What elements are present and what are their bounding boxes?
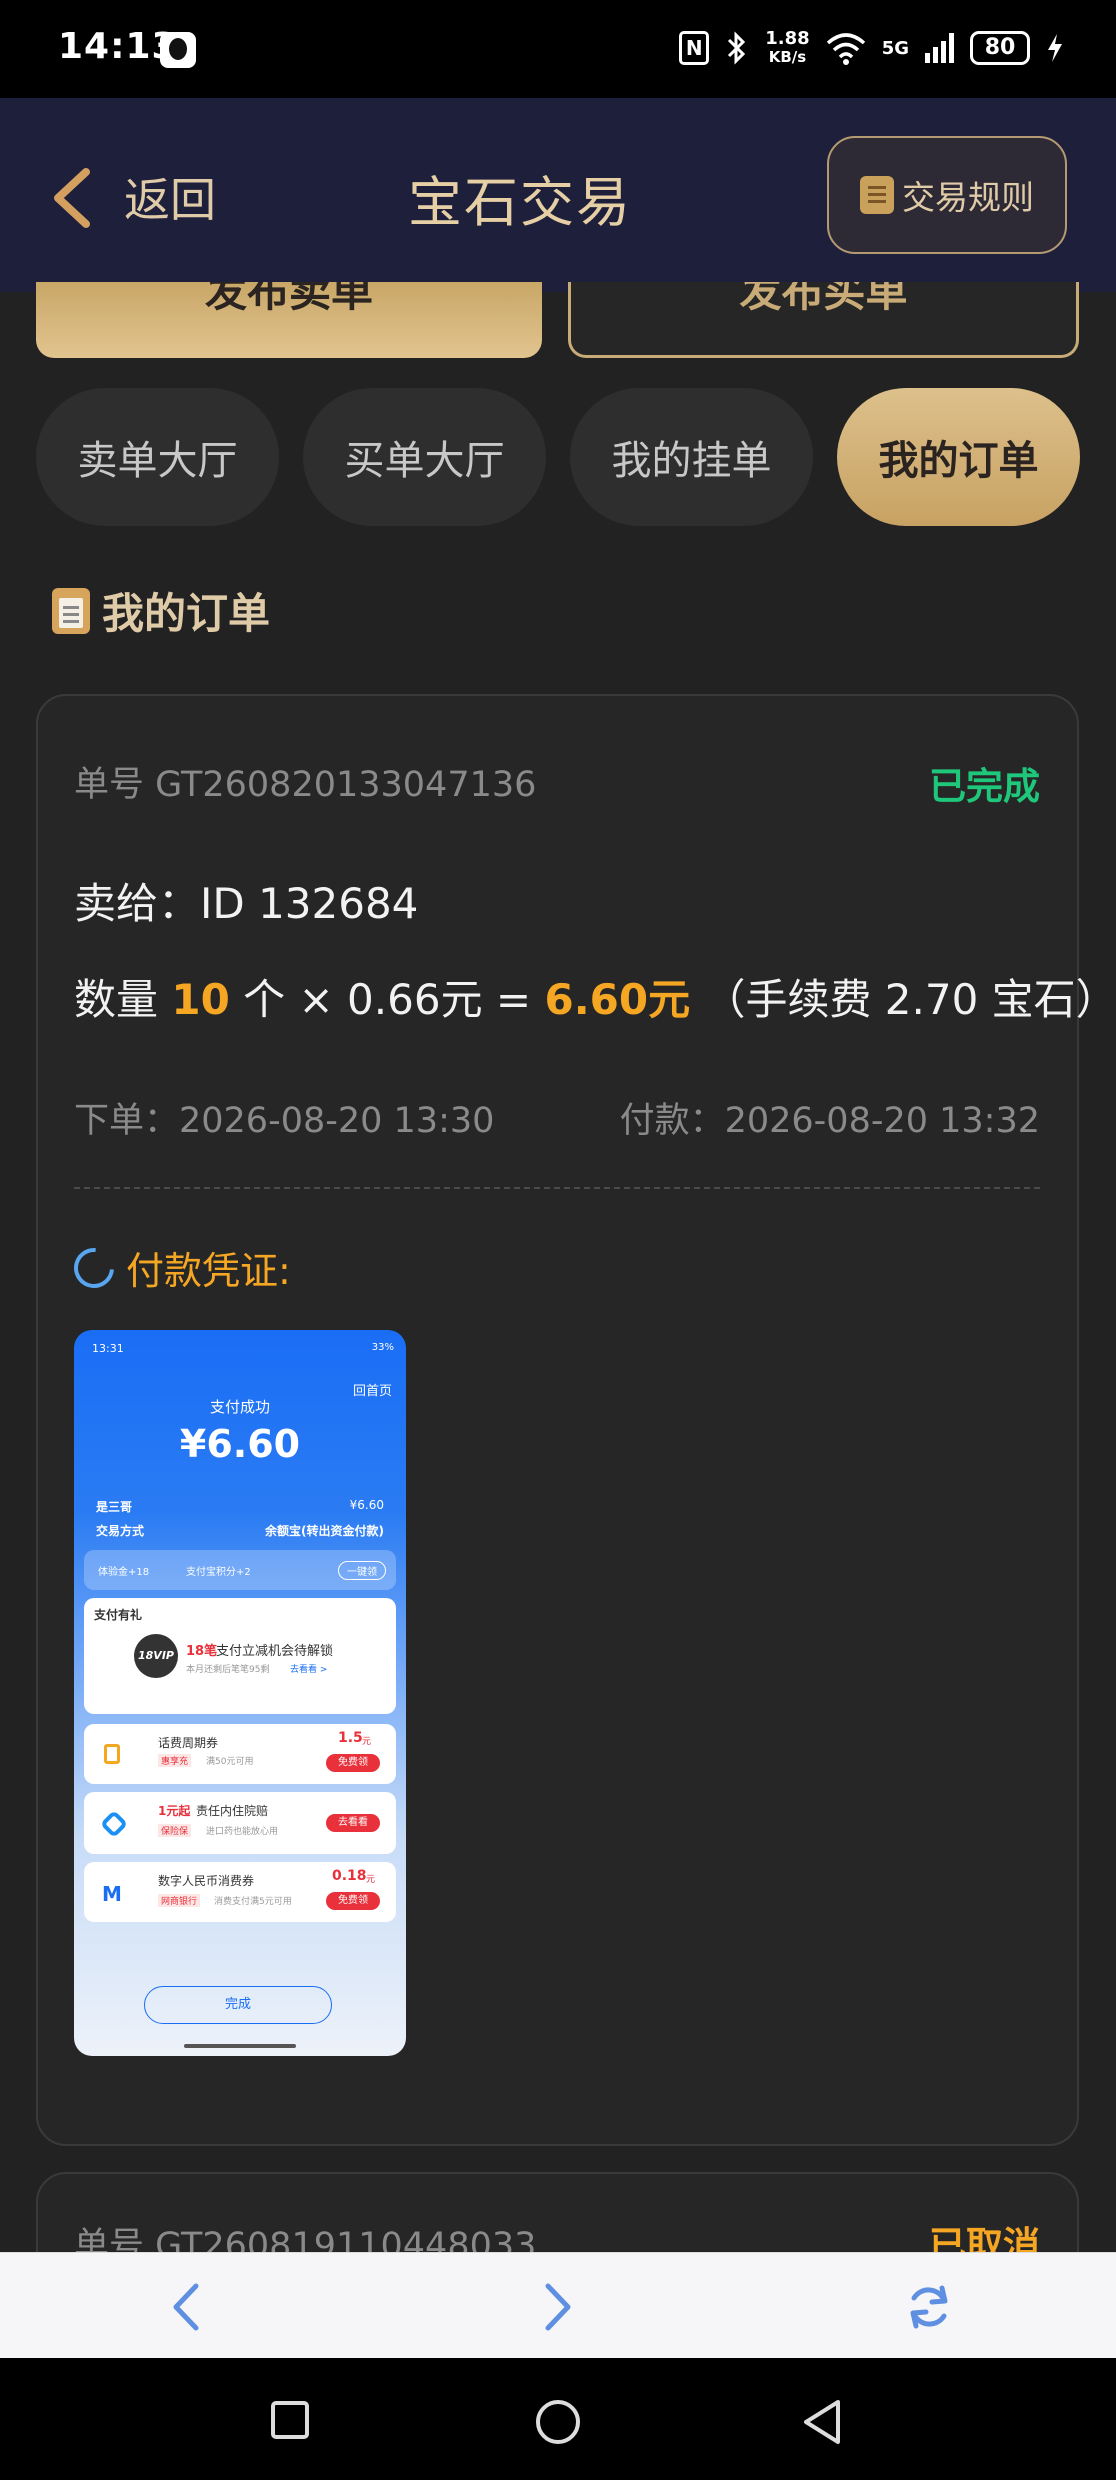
proof-status-signal: 33% (371, 1342, 394, 1353)
proof-coupon-3-unit: 元 (366, 1875, 376, 1885)
browser-forward-icon[interactable] (532, 2282, 582, 2332)
battery-icon: 80 (970, 31, 1030, 65)
payment-proof-label: 付款凭证: (126, 1249, 291, 1293)
trade-rules-label: 交易规则 (902, 178, 1034, 217)
publish-buy-button[interactable]: 发布买单 (568, 282, 1079, 358)
proof-reward-button: 一键领 (338, 1561, 386, 1580)
system-navigation-bar (0, 2358, 1116, 2480)
proof-payee-amount: ¥6.60 (349, 1498, 384, 1512)
proof-vip-count: 18笔 (186, 1644, 218, 1659)
system-back-icon[interactable] (800, 2398, 844, 2446)
proof-coupon-3-button: 免费领 (326, 1892, 380, 1910)
proof-coupon-3-sub: 消费支付满5元可用 (214, 1897, 292, 1907)
home-indicator (184, 2044, 296, 2048)
bank-m-icon: M (102, 1882, 122, 1906)
browser-back-icon[interactable] (162, 2282, 212, 2332)
paperclip-icon (65, 1239, 123, 1296)
proof-gift-title: 支付有礼 (94, 1608, 143, 1622)
proof-vip-sub: 本月还剩后笔笔95剩 (186, 1665, 270, 1675)
proof-method-value: 余额宝(转出资金付款) (265, 1524, 384, 1538)
qty-prefix: 数量 (74, 975, 172, 1024)
order-status-badge: 已完成 (929, 765, 1040, 808)
publish-sell-button[interactable]: 发布卖单 (36, 282, 542, 358)
order-number: 单号 GT260820133047136 (74, 765, 537, 805)
qty-value: 10 (171, 975, 230, 1024)
proof-coupon-1-tag: 惠享充 (158, 1754, 192, 1767)
proof-vip-badge: 18VIP (134, 1634, 178, 1678)
network-type: 5G (881, 37, 909, 59)
proof-coupon-3-tag: 网商银行 (158, 1894, 201, 1907)
payment-proof-image[interactable]: 13:31 33% 回首页 支付成功 ¥6.60 是三哥 ¥6.60 交易方式 … (74, 1330, 406, 2056)
trade-rules-button[interactable]: 交易规则 (827, 136, 1067, 254)
order-paid-time: 付款：2026-08-20 13:32 (619, 1101, 1040, 1141)
phone-icon (104, 1744, 120, 1764)
proof-method-label: 交易方式 (96, 1524, 145, 1538)
proof-coupon-1-unit: 元 (362, 1737, 372, 1747)
tab-my-orders[interactable]: 我的订单 (837, 388, 1080, 526)
home-icon[interactable] (534, 2398, 582, 2446)
proof-vip-text: 支付立减机会待解锁 (216, 1644, 334, 1659)
net-speed-unit: KB/s (768, 48, 807, 66)
clipboard-icon (52, 587, 90, 634)
proof-coupon-2-sub: 进口药也能放心用 (206, 1827, 279, 1837)
section-title: 我的订单 (102, 589, 271, 638)
order-amount: 6.60元 (544, 975, 691, 1024)
qq-icon (160, 32, 196, 68)
proof-coupon-2-prefix: 1元起 (158, 1804, 191, 1818)
proof-reward-1: 体验金+18 (98, 1567, 150, 1578)
proof-success-text: 支付成功 (209, 1398, 270, 1416)
proof-coupon-2-title: 责任内住院赔 (196, 1804, 269, 1818)
proof-coupon-2-button: 去看看 (326, 1814, 380, 1832)
qty-price: 个 × 0.66元 = (229, 975, 545, 1024)
nfc-icon: N (679, 31, 710, 65)
proof-coupon-1-title: 话费周期券 (158, 1736, 219, 1750)
wifi-icon (826, 33, 865, 65)
proof-coupon-3-price: 0.18 (332, 1868, 367, 1884)
proof-coupon-1-button: 免费领 (326, 1754, 380, 1772)
proof-coupon-1-price: 1.5 (338, 1730, 363, 1746)
proof-vip-link: 去看看 > (290, 1665, 328, 1675)
section-header: 我的订单 (52, 580, 270, 641)
order-placed-time: 下单：2026-08-20 13:30 (74, 1101, 495, 1141)
proof-coupon-2-tag: 保险保 (158, 1824, 192, 1837)
publish-sell-label: 发布卖单 (204, 282, 373, 316)
proof-status-time: 13:31 (92, 1342, 124, 1355)
charging-icon (1048, 34, 1062, 62)
order-fee: （手续费 2.70 宝石） (690, 975, 1116, 1024)
scroll-icon (860, 176, 894, 214)
tab-buy-hall[interactable]: 买单大厅 (303, 388, 546, 526)
tab-my-listings[interactable]: 我的挂单 (570, 388, 813, 526)
payment-proof-header: 付款凭证: (65, 1239, 291, 1296)
browser-refresh-icon[interactable] (904, 2282, 954, 2332)
order-buyer: 卖给：ID 132684 (74, 879, 419, 928)
signal-icon (925, 33, 954, 63)
proof-coupon-1-sub: 满50元可用 (206, 1757, 254, 1767)
publish-buy-label: 发布买单 (739, 282, 908, 316)
net-speed-value: 1.88 (765, 28, 810, 49)
recent-apps-icon[interactable] (270, 2400, 310, 2440)
net-speed: 1.88 KB/s (765, 28, 810, 67)
proof-amount: ¥6.60 (179, 1422, 301, 1466)
bluetooth-icon (728, 31, 746, 65)
proof-done-button: 完成 (144, 1986, 332, 2024)
proof-reward-2: 支付宝积分+2 (186, 1567, 251, 1578)
proof-coupon-3-title: 数字人民币消费券 (158, 1874, 255, 1888)
proof-payee: 是三哥 (96, 1500, 133, 1514)
tab-sell-hall[interactable]: 卖单大厅 (36, 388, 279, 526)
divider (74, 1187, 1040, 1189)
status-bar: 14:13 N 1.88 KB/s 5G 80 (0, 0, 1116, 98)
order-quantity-line: 数量 10 个 × 0.66元 = 6.60元 （手续费 2.70 宝石） (74, 966, 1116, 1027)
